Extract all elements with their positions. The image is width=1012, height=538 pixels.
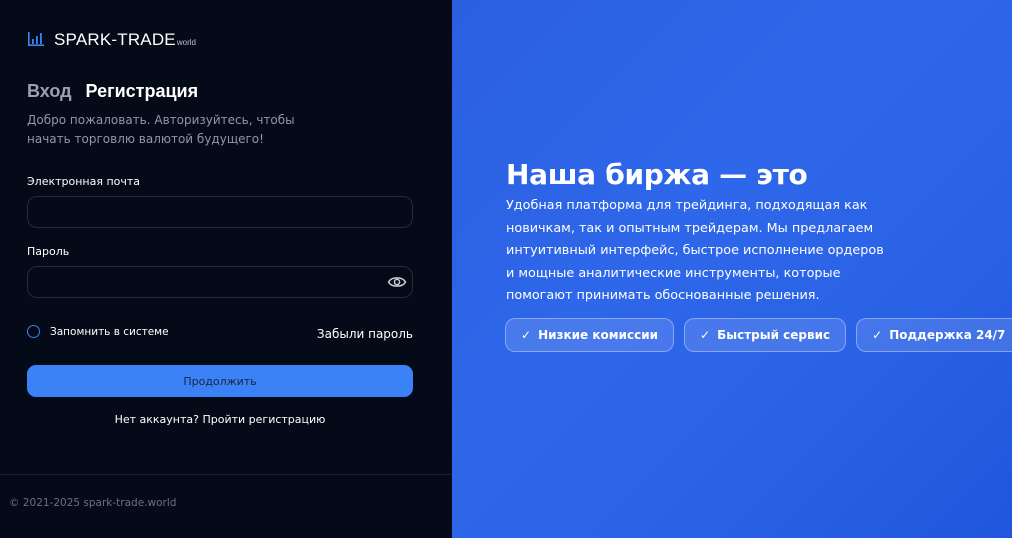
logo[interactable]: SPARK-TRADE world [27,30,196,50]
badge-label: Поддержка 24/7 [889,328,1006,342]
copyright: © 2021-2025 spark-trade.world [9,497,177,509]
auth-panel: SPARK-TRADE world Вход Регистрация Добро … [0,0,452,538]
logo-text: SPARK-TRADE [54,30,176,49]
badge-support: ✓ Поддержка 24/7 [856,318,1012,352]
welcome-text: Добро пожаловать. Авторизуйтесь, чтобы н… [27,113,295,146]
promo-headline: Наша биржа — это [506,158,808,191]
tab-register[interactable]: Регистрация [86,81,199,102]
remember-label: Запомнить в системе [50,325,169,338]
promo-panel: Наша биржа — это Удобная платформа для т… [452,0,1012,538]
checkmark-icon: ✓ [872,328,883,342]
signup-link[interactable]: Нет аккаунта? Пройти регистрацию [115,413,326,426]
badge-label: Быстрый сервис [717,328,831,342]
badge-fast-service: ✓ Быстрый сервис [684,318,847,352]
logo-domain: world [176,38,196,47]
bar-chart-icon [28,32,44,46]
email-label: Электронная почта [27,175,141,188]
feature-badges: ✓ Низкие комиссии ✓ Быстрый сервис ✓ Под… [505,318,1012,352]
continue-button[interactable]: Продолжить [27,365,413,397]
eye-icon[interactable] [387,273,407,291]
signup-prompt: Нет аккаунта? Пройти регистрацию [27,413,413,426]
badge-label: Низкие комиссии [538,328,659,342]
password-label: Пароль [27,245,70,258]
footer-divider [0,474,452,475]
promo-description: Удобная платформа для трейдинга, подходя… [506,198,884,303]
forgot-password-link[interactable]: Забыли пароль [317,327,413,341]
checkmark-icon: ✓ [521,328,532,342]
checkmark-icon: ✓ [700,328,711,342]
tab-login[interactable]: Вход [27,81,72,102]
email-field[interactable] [27,196,413,228]
badge-low-fees: ✓ Низкие комиссии [505,318,675,352]
auth-tabs: Вход Регистрация [27,81,198,102]
remember-radio[interactable] [27,325,40,338]
remember-me[interactable]: Запомнить в системе [27,325,169,338]
password-field[interactable] [27,266,413,298]
